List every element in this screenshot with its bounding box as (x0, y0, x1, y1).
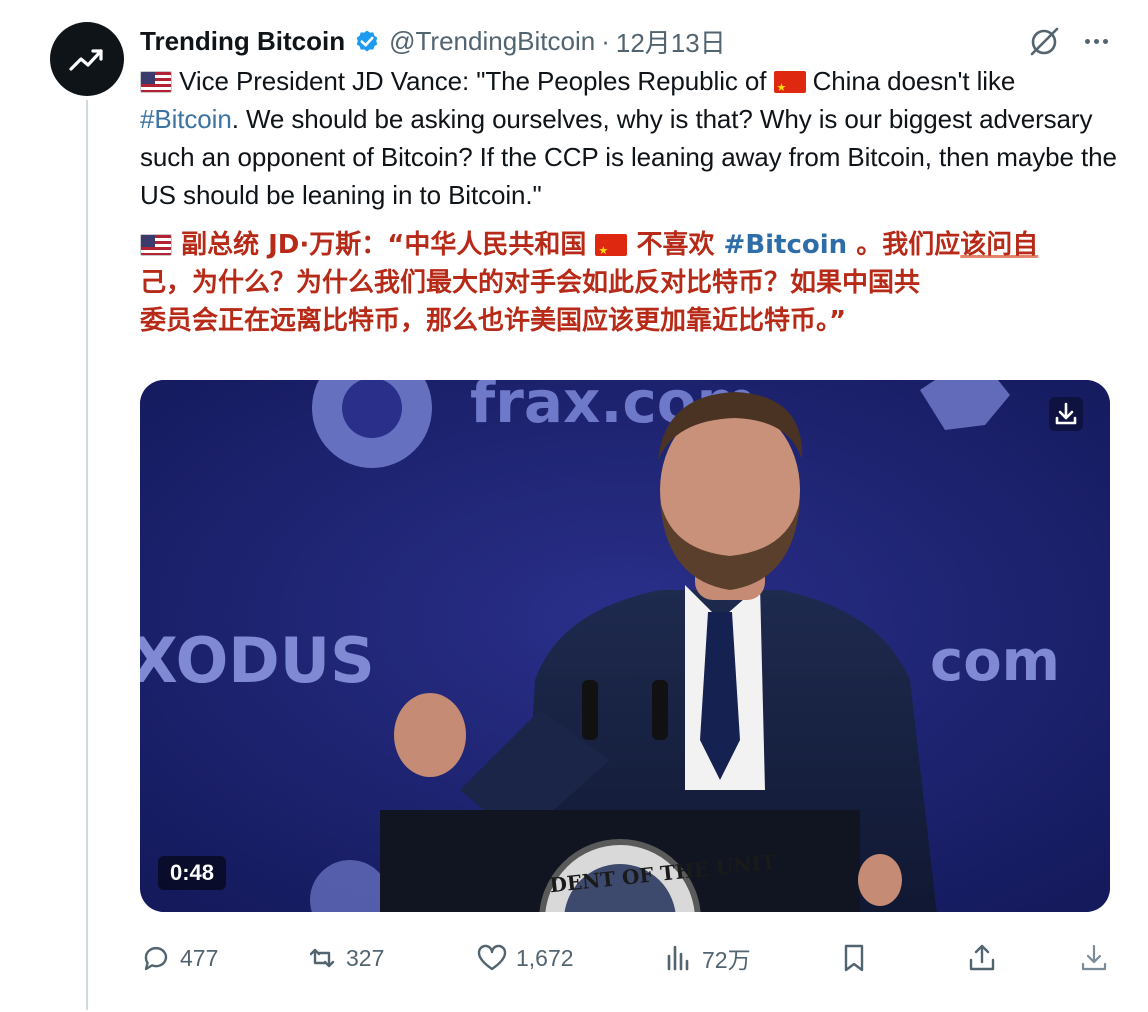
grok-icon[interactable] (1026, 24, 1062, 60)
verified-badge-icon (353, 27, 381, 55)
hashtag-link[interactable]: #Bitcoin (140, 104, 232, 134)
video-duration: 0:48 (158, 856, 227, 890)
tweet-text-part: Vice President JD Vance: "The Peoples Re… (179, 66, 767, 96)
share-icon (969, 944, 995, 971)
more-options-icon[interactable] (1076, 26, 1116, 56)
cn-text-part: 己，为什么？为什么我们最大的对手会如此反对比特币？如果中国共 (140, 268, 921, 298)
separator-dot: · (601, 25, 610, 56)
video-frame: frax.com XODUS com DENT OF THE UNIT (140, 380, 1110, 912)
download-button[interactable] (1078, 936, 1110, 980)
cn-text-part: 副总统 JD·万斯：“中华人民共和国 (181, 230, 587, 260)
author-name[interactable]: Trending Bitcoin (140, 26, 345, 57)
us-flag-icon (140, 71, 172, 93)
reply-button[interactable]: 477 (140, 936, 218, 980)
analytics-icon (667, 945, 689, 971)
author-handle[interactable]: @TrendingBitcoin (389, 26, 595, 57)
tweet-text-english: Vice President JD Vance: "The Peoples Re… (140, 62, 1130, 214)
tweet-text-chinese: 副总统 JD·万斯：“中华人民共和国 不喜欢 #Bitcoin 。我们应该问自 … (140, 226, 1100, 340)
cn-text-part: 不喜欢 (636, 230, 715, 260)
tweet-text-part: China doesn't like (812, 66, 1016, 96)
repost-icon (309, 948, 335, 968)
repost-count: 327 (346, 944, 385, 971)
reply-icon (144, 946, 168, 971)
post-date[interactable]: 12月13日 (616, 23, 726, 60)
backdrop-text: com (930, 629, 1060, 694)
download-video-icon[interactable] (1048, 396, 1084, 432)
view-count: 72万 (702, 947, 751, 973)
cn-text-part: 委员会正在远离比特币，那么也许美国应该更加靠近比特币。” (140, 306, 847, 336)
share-button[interactable] (966, 936, 998, 980)
hashtag-link[interactable]: #Bitcoin (724, 230, 848, 260)
backdrop-text: XODUS (140, 624, 375, 697)
like-count: 1,672 (516, 944, 574, 971)
bookmark-icon (844, 944, 864, 972)
reply-count: 477 (180, 944, 219, 971)
views-button[interactable]: 72万 (662, 936, 751, 980)
china-flag-icon (595, 234, 628, 256)
action-bar: 477 327 1,672 72万 (140, 936, 1120, 980)
cn-text-part: 。我们应 (856, 230, 961, 260)
video-player[interactable]: frax.com XODUS com DENT OF THE UNIT 0:48 (140, 380, 1110, 912)
repost-button[interactable]: 327 (306, 936, 384, 980)
download-icon (1081, 944, 1107, 971)
avatar[interactable] (50, 22, 124, 96)
us-flag-icon (140, 234, 172, 256)
heart-icon (477, 944, 507, 971)
thread-line (86, 100, 88, 1010)
trending-up-icon (69, 49, 103, 71)
cn-underlined-text: 该问自 (960, 230, 1039, 260)
like-button[interactable]: 1,672 (476, 936, 574, 980)
china-flag-icon (773, 71, 806, 93)
bookmark-button[interactable] (838, 936, 870, 980)
tweet-text-part: . We should be asking ourselves, why is … (140, 104, 1117, 210)
tweet-header: Trending Bitcoin @TrendingBitcoin · 12月1… (140, 22, 726, 60)
